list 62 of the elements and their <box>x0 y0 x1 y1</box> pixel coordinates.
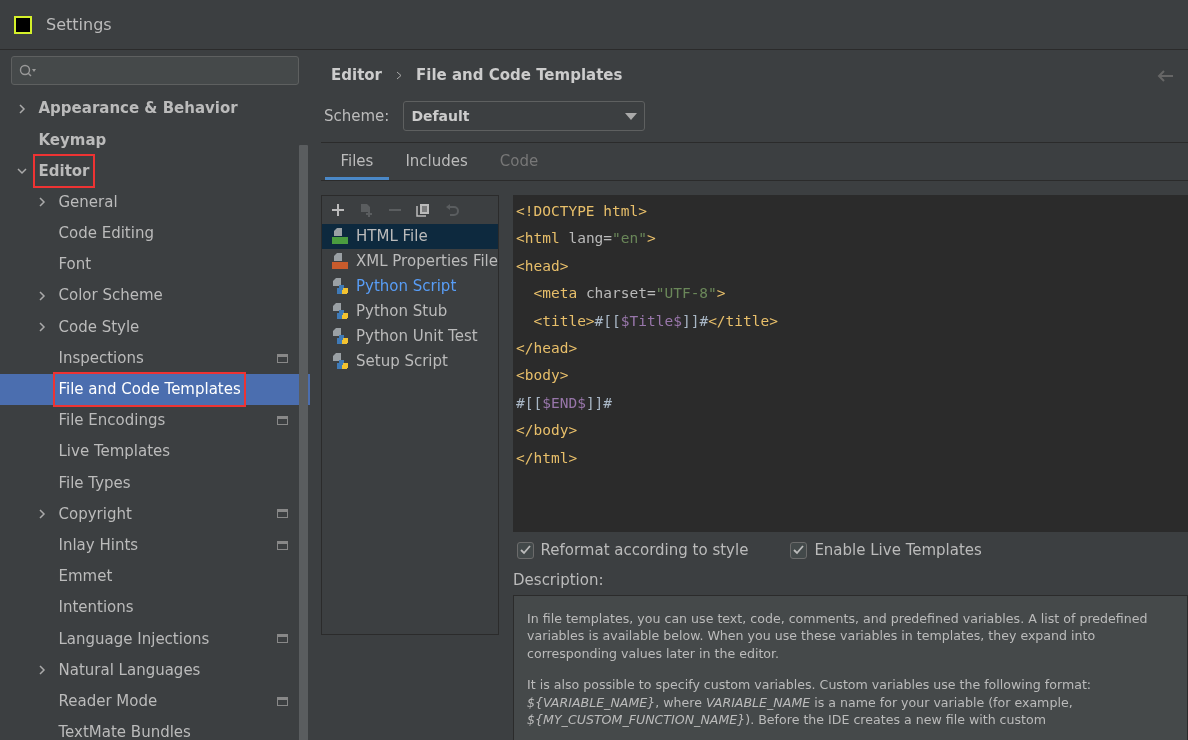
chevron-right-icon[interactable] <box>37 197 47 208</box>
tab[interactable]: Includes <box>389 142 484 180</box>
description-panel: In file templates, you can use text, code, comments, and predefined variables. A list of predefined variables is available below. When you use these variables in templates, they expand into corresponding values later in the editor. It is also possible to specify custom variables. Custom variables use the following format: ${VARIABLE_NAME}, where VARIABLE_NAME is a name for your variable (for example, ${MY_CUSTOM_FUNCTION_NAME}). Before the IDE creates a new file with custom <box>513 594 1188 740</box>
template-item[interactable]: Python Unit Test <box>356 325 478 348</box>
search-icon <box>19 63 37 78</box>
chevron-right-icon[interactable] <box>17 103 27 114</box>
scheme-label: Scheme: <box>324 105 390 127</box>
chevron-right-icon[interactable] <box>37 290 47 301</box>
checkbox-label: Reformat according to style <box>540 540 749 561</box>
sidebar-item[interactable]: Intentions <box>55 596 138 619</box>
sidebar-item[interactable]: General <box>55 190 122 214</box>
sidebar-item[interactable]: Reader Mode <box>55 689 161 713</box>
chevron-right-icon[interactable] <box>37 509 47 520</box>
scrollbar[interactable] <box>299 145 308 740</box>
sidebar-item[interactable]: Inlay Hints <box>55 533 142 557</box>
sidebar-item[interactable]: Language Injections <box>55 627 213 651</box>
checkbox[interactable] <box>790 541 808 559</box>
sidebar-item[interactable]: Natural Languages <box>55 658 204 682</box>
chevron-right-icon[interactable] <box>37 321 47 332</box>
python-file-icon <box>332 353 349 370</box>
template-item[interactable]: Python Stub <box>356 300 448 323</box>
html-file-icon <box>332 228 349 245</box>
python-file-icon <box>332 303 349 320</box>
window-title: Settings <box>46 13 112 36</box>
python-file-icon <box>332 278 349 295</box>
checkbox-label: Enable Live Templates <box>814 540 982 561</box>
sidebar-item[interactable]: Live Templates <box>55 440 174 463</box>
tab[interactable]: Files <box>324 142 390 180</box>
sidebar-item[interactable]: Code Style <box>55 315 143 339</box>
sidebar-item[interactable]: TextMate Bundles <box>55 721 195 740</box>
sidebar-item[interactable]: Appearance & Behavior <box>35 97 242 120</box>
template-item[interactable]: XML Properties File <box>356 250 499 273</box>
checkmark-icon <box>519 545 531 556</box>
sidebar-item[interactable]: File Encodings <box>55 409 169 432</box>
chevron-down-icon[interactable] <box>17 165 27 176</box>
chevron-right-icon[interactable] <box>37 664 47 675</box>
search-field[interactable] <box>11 56 299 85</box>
scheme-dropdown[interactable]: Default <box>403 101 646 131</box>
python-file-icon <box>332 328 349 345</box>
breadcrumb-item: File and Code Templates <box>416 65 623 87</box>
xml-file-icon <box>332 253 349 270</box>
checkmark-icon <box>793 545 805 556</box>
sidebar-item[interactable]: Editor <box>35 155 93 187</box>
checkbox[interactable] <box>516 541 534 559</box>
template-item[interactable]: Python Script <box>356 275 457 298</box>
sidebar-item[interactable]: Emmet <box>55 565 116 588</box>
sidebar-item[interactable]: Inspections <box>55 346 148 370</box>
code-editor[interactable]: <!DOCTYPE html> <html lang="en"> <head> <meta charset="UTF-8"> <title>#[[$Title$]]#</title> </head> <body> #[[$END$]]# </body> </html> <box>513 195 1188 532</box>
sidebar-item[interactable]: Font <box>55 253 95 276</box>
template-item[interactable]: Setup Script <box>356 350 448 373</box>
sidebar-item[interactable]: Keymap <box>35 128 110 152</box>
app-logo-icon <box>14 15 32 34</box>
sidebar-item[interactable]: Color Scheme <box>55 284 167 307</box>
dropdown-caret-icon <box>625 112 638 120</box>
sidebar-item[interactable]: Copyright <box>55 502 136 526</box>
add-icon[interactable] <box>330 202 346 218</box>
sidebar-item[interactable]: File Types <box>55 471 135 495</box>
breadcrumb-separator-icon <box>396 71 402 80</box>
copy-icon[interactable] <box>416 202 431 218</box>
breadcrumb-item[interactable]: Editor <box>331 64 382 87</box>
description-label: Description: <box>513 569 605 591</box>
sidebar-item[interactable]: Code Editing <box>55 222 158 245</box>
